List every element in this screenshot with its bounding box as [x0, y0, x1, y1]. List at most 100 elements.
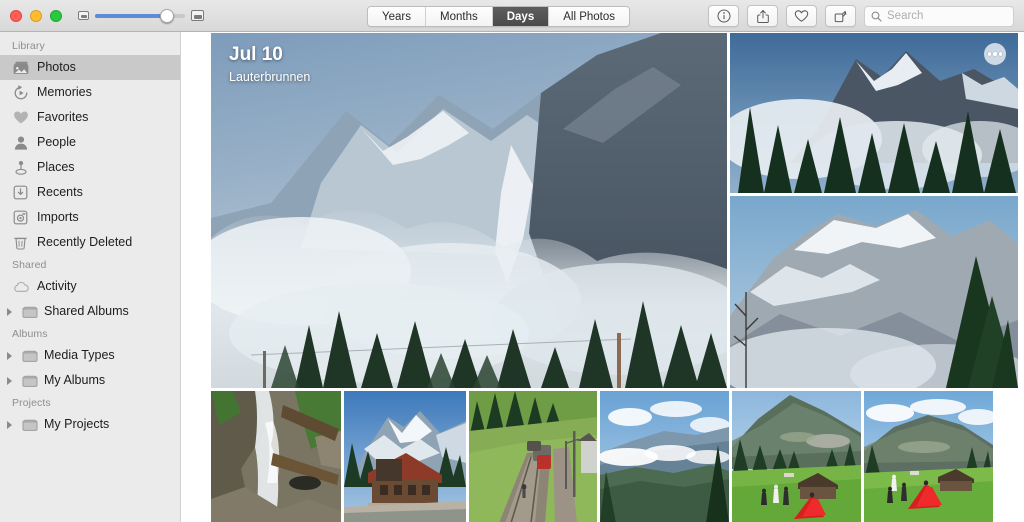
photo-thumb-5[interactable] [732, 391, 861, 522]
titlebar: Years Months Days All Photos Search [0, 0, 1024, 32]
photo-thumb-2[interactable] [344, 391, 466, 522]
sidebar-item-imports[interactable]: Imports [0, 205, 180, 230]
cloud-icon [12, 278, 29, 295]
folder-icon [21, 347, 38, 364]
sidebar-item-places[interactable]: Places [0, 155, 180, 180]
ellipsis-dot [987, 52, 991, 56]
sidebar-item-my-albums[interactable]: My Albums [0, 368, 180, 393]
search-input[interactable]: Search [864, 5, 1014, 27]
sidebar-item-label: Media Types [44, 348, 115, 363]
sidebar-item-people[interactable]: People [0, 130, 180, 155]
sidebar-item-label: My Projects [44, 417, 110, 432]
favorite-button[interactable] [786, 5, 817, 27]
sidebar-item-memories[interactable]: Memories [0, 80, 180, 105]
tab-months[interactable]: Months [426, 7, 493, 26]
toolbar-actions: Search [708, 5, 1014, 27]
chevron-right-icon[interactable] [6, 307, 15, 316]
sidebar-item-favorites[interactable]: Favorites [0, 105, 180, 130]
days-photo-grid: Jul 10 Lauterbrunnen [211, 33, 1021, 522]
sidebar-item-label: Recently Deleted [37, 235, 133, 250]
view-mode-segmented-control[interactable]: Years Months Days All Photos [367, 6, 630, 27]
heart-icon [12, 109, 29, 126]
folder-icon [21, 372, 38, 389]
photo-top-right-image [730, 33, 1018, 193]
sidebar-item-media-types[interactable]: Media Types [0, 343, 180, 368]
maximize-window-button[interactable] [50, 9, 62, 22]
chevron-right-icon[interactable] [6, 351, 15, 360]
search-icon [871, 11, 882, 22]
photo-top-right[interactable] [730, 33, 1018, 193]
share-button[interactable] [747, 5, 778, 27]
search-placeholder: Search [887, 10, 924, 22]
more-options-button[interactable] [984, 43, 1006, 65]
info-circle-icon [717, 9, 730, 23]
trash-icon [12, 234, 29, 251]
sidebar[interactable]: Library Photos Memories Favorites People… [0, 32, 181, 522]
sidebar-item-my-projects[interactable]: My Projects [0, 412, 180, 437]
zoom-slider-track[interactable] [95, 8, 185, 23]
sidebar-item-label: Imports [37, 210, 79, 225]
sidebar-item-label: People [37, 135, 76, 150]
sidebar-item-label: Places [37, 160, 75, 175]
photo-thumb-5-image [732, 391, 861, 522]
camera-icon [12, 209, 29, 226]
person-icon [12, 134, 29, 151]
photo-thumb-3-image [469, 391, 597, 522]
photo-bottom-right[interactable] [730, 196, 1018, 388]
sidebar-item-recently-deleted[interactable]: Recently Deleted [0, 230, 180, 255]
sidebar-section-shared: Shared [12, 259, 47, 271]
sidebar-item-label: My Albums [44, 373, 106, 388]
sidebar-item-label: Shared Albums [44, 304, 129, 319]
folder-icon [21, 303, 38, 320]
sidebar-item-label: Memories [37, 85, 92, 100]
rotate-button[interactable] [825, 5, 856, 27]
large-thumbnails-icon [191, 10, 204, 21]
photo-thumb-6-image [864, 391, 993, 522]
close-window-button[interactable] [10, 9, 22, 22]
share-icon [756, 9, 769, 23]
sidebar-section-library: Library [12, 40, 45, 52]
chevron-right-icon[interactable] [6, 376, 15, 385]
sidebar-item-label: Recents [37, 185, 83, 200]
photo-thumb-4-image [600, 391, 729, 522]
sidebar-item-label: Activity [37, 279, 77, 294]
photo-grid-area: Jul 10 Lauterbrunnen [182, 32, 1024, 522]
chevron-right-icon[interactable] [6, 420, 15, 429]
photo-bottom-right-image [730, 196, 1018, 388]
tab-all-photos[interactable]: All Photos [549, 7, 629, 26]
photo-thumb-4[interactable] [600, 391, 729, 522]
photo-hero-image [211, 33, 727, 388]
photo-thumb-3[interactable] [469, 391, 597, 522]
ellipsis-dot [999, 52, 1003, 56]
zoom-slider-knob[interactable] [159, 8, 174, 23]
sidebar-item-recents[interactable]: Recents [0, 180, 180, 205]
sidebar-item-activity[interactable]: Activity [0, 274, 180, 299]
rotate-icon [834, 10, 847, 22]
photo-thumb-1-image [211, 391, 341, 522]
info-button[interactable] [708, 5, 739, 27]
sidebar-item-label: Photos [37, 60, 76, 75]
photo-thumb-2-image [344, 391, 466, 522]
folder-icon [21, 416, 38, 433]
sidebar-item-shared-albums[interactable]: Shared Albums [0, 299, 180, 324]
sidebar-section-albums: Albums [12, 328, 48, 340]
recents-tray-icon [12, 184, 29, 201]
memories-icon [12, 84, 29, 101]
sidebar-item-label: Favorites [37, 110, 89, 125]
ellipsis-dot [993, 52, 997, 56]
window-controls [10, 9, 62, 22]
pin-icon [12, 159, 29, 176]
photo-thumb-1[interactable] [211, 391, 341, 522]
sidebar-item-photos[interactable]: Photos [0, 55, 180, 80]
photos-icon [12, 59, 29, 76]
tab-years[interactable]: Years [368, 7, 426, 26]
zoom-slider-fill [95, 13, 166, 18]
photo-thumb-6[interactable] [864, 391, 993, 522]
small-thumbnails-icon [78, 11, 89, 20]
photos-window: Years Months Days All Photos Search Libr… [0, 0, 1024, 522]
thumbnail-zoom-slider[interactable] [78, 8, 204, 23]
minimize-window-button[interactable] [30, 9, 42, 22]
heart-icon [794, 10, 809, 22]
photo-hero[interactable]: Jul 10 Lauterbrunnen [211, 33, 727, 388]
tab-days[interactable]: Days [492, 7, 550, 26]
